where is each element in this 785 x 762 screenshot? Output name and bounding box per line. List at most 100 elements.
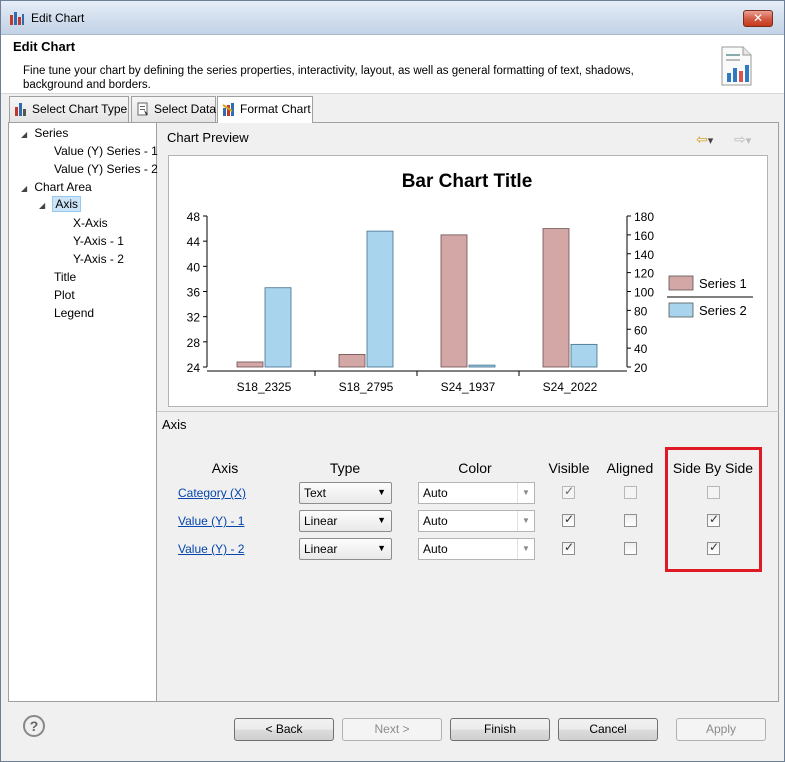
x-tick-label: S24_1937 [441, 380, 496, 394]
bar-series-2 [366, 230, 394, 368]
color-picker[interactable]: Auto ▼ [418, 510, 535, 532]
y1-tick-label: 40 [187, 260, 201, 274]
window-title: Edit Chart [31, 11, 85, 25]
tree-item-chart-area[interactable]: ◢ Chart Area [21, 180, 92, 194]
x-tick-label: S18_2325 [237, 380, 292, 394]
tree-item-plot[interactable]: Plot [54, 288, 75, 302]
chevron-down-icon[interactable]: ▼ [517, 511, 534, 531]
chart-type-icon [15, 103, 26, 116]
data-icon [137, 102, 148, 116]
title-bar[interactable]: Edit Chart ✕ [1, 1, 784, 35]
y2-tick-label: 180 [634, 210, 654, 224]
y2-tick-label: 160 [634, 229, 654, 243]
tree-item-series[interactable]: ◢ Series [21, 126, 68, 140]
tab-select-data[interactable]: Select Data [131, 96, 216, 122]
tree-item-x-axis[interactable]: X-Axis [73, 216, 108, 230]
bar-series-2 [264, 287, 292, 368]
chart-title: Bar Chart Title [402, 171, 533, 192]
apply-button[interactable]: Apply [676, 718, 766, 741]
next-button[interactable]: Next > [342, 718, 442, 741]
y2-tick-label: 120 [634, 267, 654, 281]
chevron-down-icon[interactable]: ▼ [517, 539, 534, 559]
expanded-triangle-icon[interactable]: ◢ [39, 201, 49, 210]
visible-checkbox[interactable] [562, 540, 575, 555]
x-tick-label: S24_2022 [543, 380, 598, 394]
expanded-triangle-icon[interactable]: ◢ [21, 184, 31, 193]
cancel-button[interactable]: Cancel [558, 718, 658, 741]
y2-tick-label: 40 [634, 342, 648, 356]
y2-tick-label: 140 [634, 248, 654, 262]
help-button[interactable]: ? [23, 715, 45, 737]
aligned-checkbox[interactable] [624, 542, 637, 555]
tree-item-title[interactable]: Title [54, 270, 76, 284]
format-tree: ◢ Series Value (Y) Series - 1 Value (Y) … [9, 123, 158, 701]
side-by-side-highlight [665, 447, 762, 572]
tab-format-chart[interactable]: Format Chart [217, 96, 313, 123]
header-title: Edit Chart [13, 39, 76, 54]
tab-label: Format Chart [240, 102, 311, 116]
y2-axis: 20 40 60 80 100 120 140 160 180 [626, 210, 654, 375]
axis-link-category-x[interactable]: Category (X) [178, 486, 246, 500]
visible-checkbox[interactable] [562, 512, 575, 527]
visible-checkbox[interactable] [562, 484, 575, 499]
col-header-aligned: Aligned [606, 460, 654, 476]
color-picker[interactable]: Auto ▼ [418, 482, 535, 504]
dropdown-arrow-icon[interactable]: ▾ [708, 135, 714, 147]
finish-button[interactable]: Finish [450, 718, 550, 741]
aligned-checkbox[interactable] [624, 514, 637, 527]
type-select[interactable]: Text ▼ [299, 482, 392, 504]
y2-tick-label: 20 [634, 361, 648, 375]
question-icon: ? [29, 718, 39, 734]
y1-tick-label: 48 [187, 210, 201, 224]
y1-tick-label: 24 [187, 361, 201, 375]
bars [236, 228, 598, 368]
expanded-triangle-icon[interactable]: ◢ [21, 130, 31, 139]
history-back-button[interactable]: ⇦▾ [696, 131, 724, 147]
tree-item-series-1[interactable]: Value (Y) Series - 1 [54, 144, 158, 158]
type-select[interactable]: Linear ▼ [299, 538, 392, 560]
back-arrow-icon: ⇦ [696, 131, 708, 147]
tree-item-y-axis-1[interactable]: Y-Axis - 1 [73, 234, 124, 248]
format-chart-icon [222, 103, 234, 116]
col-header-axis: Axis [211, 460, 239, 476]
tree-item-y-axis-2[interactable]: Y-Axis - 2 [73, 252, 124, 266]
format-chart-page: ◢ Series Value (Y) Series - 1 Value (Y) … [8, 122, 779, 702]
dropdown-arrow-icon[interactable]: ▾ [746, 135, 752, 147]
bar-series-1 [236, 361, 264, 368]
type-select[interactable]: Linear ▼ [299, 510, 392, 532]
chart-preview-label: Chart Preview [167, 130, 249, 145]
x-tick-label: S18_2795 [339, 380, 394, 394]
aligned-checkbox[interactable] [624, 486, 637, 499]
y1-axis: 24 28 32 36 40 44 48 [187, 210, 208, 375]
y2-tick-label: 60 [634, 323, 648, 337]
legend-label: Series 2 [699, 303, 747, 318]
axis-link-value-y-2[interactable]: Value (Y) - 2 [178, 542, 244, 556]
chart-app-icon [10, 12, 24, 25]
header-description: Fine tune your chart by defining the ser… [23, 65, 634, 91]
back-button[interactable]: < Back [234, 718, 334, 741]
bar-series-1 [338, 354, 366, 368]
legend-swatch [668, 275, 694, 291]
edit-chart-dialog: Edit Chart ✕ Edit Chart Fine tune your c… [0, 0, 785, 762]
axis-link-value-y-1[interactable]: Value (Y) - 1 [178, 514, 244, 528]
legend: Series 1 Series 2 [667, 275, 753, 318]
chart-document-icon [721, 46, 752, 86]
tree-item-axis[interactable]: ◢ Axis [39, 196, 82, 212]
bar-series-2 [468, 364, 496, 368]
divider [157, 411, 779, 412]
close-button[interactable]: ✕ [743, 10, 773, 27]
tree-item-legend[interactable]: Legend [54, 306, 94, 320]
y2-tick-label: 80 [634, 304, 648, 318]
chevron-down-icon: ▼ [377, 487, 386, 497]
legend-swatch [668, 302, 694, 318]
tree-item-series-2[interactable]: Value (Y) Series - 2 [54, 162, 158, 176]
y1-tick-label: 44 [187, 235, 201, 249]
y2-tick-label: 100 [634, 286, 654, 300]
color-picker[interactable]: Auto ▼ [418, 538, 535, 560]
forward-arrow-icon: ⇨ [734, 131, 746, 147]
chevron-down-icon: ▼ [377, 543, 386, 553]
history-forward-button[interactable]: ⇨▾ [734, 131, 764, 147]
bar-chart: Bar Chart Title 24 28 32 36 40 44 48 20 40 60 80 1… [187, 171, 753, 394]
tab-select-chart-type[interactable]: Select Chart Type [9, 96, 129, 122]
chevron-down-icon[interactable]: ▼ [517, 483, 534, 503]
